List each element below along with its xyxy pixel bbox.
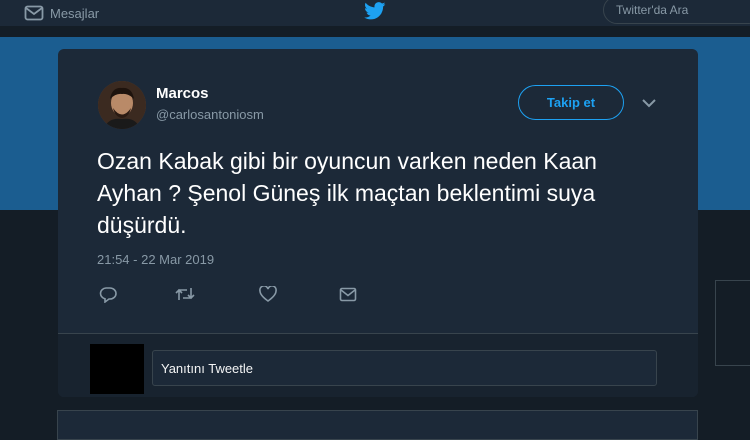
reply-icon[interactable]: [98, 285, 118, 303]
search-input[interactable]: [616, 0, 750, 23]
tweet-timestamp[interactable]: 21:54 - 22 Mar 2019: [97, 252, 214, 267]
background-card-lower: [57, 410, 698, 440]
author-handle[interactable]: @carlosantoniosm: [156, 107, 264, 122]
like-icon[interactable]: [258, 285, 278, 303]
reply-user-avatar: [90, 344, 144, 394]
retweet-icon[interactable]: [175, 285, 195, 303]
top-navigation-bar: Mesajlar: [0, 0, 750, 26]
background-card: [715, 280, 750, 366]
author-name[interactable]: Marcos: [156, 85, 209, 102]
reply-area: [58, 333, 698, 397]
envelope-icon: [24, 5, 44, 21]
avatar[interactable]: [98, 81, 146, 129]
direct-message-icon[interactable]: [338, 285, 358, 303]
reply-input[interactable]: [152, 350, 657, 386]
nav-messages[interactable]: Mesajlar: [24, 2, 99, 24]
twitter-bird-icon[interactable]: [364, 2, 386, 25]
chevron-down-icon[interactable]: [641, 97, 657, 109]
search-box[interactable]: [603, 0, 750, 24]
nav-messages-label: Mesajlar: [50, 5, 100, 21]
tweet-modal: Marcos @carlosantoniosm Takip et Ozan Ka…: [58, 49, 698, 397]
tweet-text: Ozan Kabak gibi bir oyuncun varken neden…: [97, 148, 597, 238]
follow-button[interactable]: Takip et: [518, 85, 624, 120]
